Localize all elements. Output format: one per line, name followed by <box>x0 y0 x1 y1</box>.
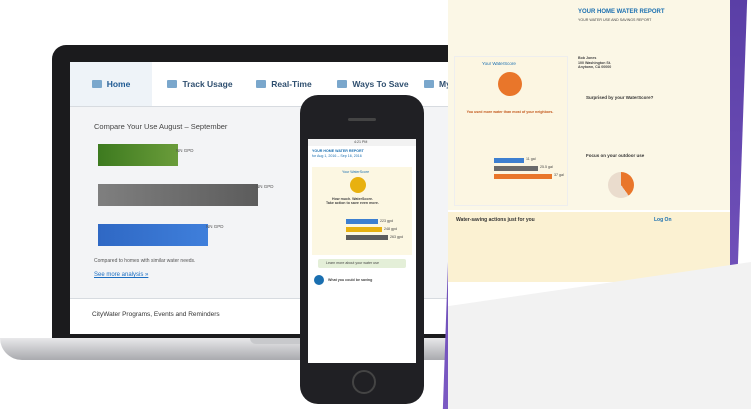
paper-bar-you <box>494 174 552 179</box>
paper-login: Log On <box>654 217 672 223</box>
bar-your-use-value: NN GPD <box>176 148 194 153</box>
paper-report-title: YOUR HOME WATER REPORT <box>578 9 665 15</box>
laptop-screen: Home Track Usage Real-Time Ways To Save … <box>70 62 506 334</box>
paper-row-efficient-value: 11 gal <box>526 157 536 161</box>
bar-efficient-neighbors <box>98 224 208 246</box>
car-icon <box>337 80 348 88</box>
savings-icon <box>314 275 324 285</box>
phone-screen: 4:21 PM YOUR HOME WATER REPORT for Aug 1… <box>308 139 416 363</box>
compare-note: Compared to homes with similar water nee… <box>94 258 196 264</box>
phone-report-title: YOUR HOME WATER REPORT <box>312 149 364 153</box>
bar-average-neighbors-value: NN GPD <box>256 184 274 189</box>
nav-bar: Home Track Usage Real-Time Ways To Save … <box>70 62 506 107</box>
water-drop-icon <box>498 72 522 96</box>
outdoor-pie-icon <box>608 172 634 198</box>
paper-score-title: Your WaterScore <box>482 61 516 66</box>
paper-outdoor: Focus on your outdoor use <box>586 153 645 158</box>
list-icon <box>424 80 434 88</box>
bar-your-use <box>98 144 178 166</box>
chart-icon <box>167 80 178 88</box>
bar-average-neighbors <box>98 184 258 206</box>
programs-section: CityWater Programs, Events and Reminders <box>70 298 506 334</box>
bar-efficient-neighbors-value: NN GPD <box>206 224 224 229</box>
paper-surprised: Surprised by your WaterScore? <box>586 95 654 100</box>
paper-address: Bob Jones 100 Washington St. Anytown, CA… <box>578 56 612 70</box>
paper-row-you-value: 37 gal <box>554 173 564 177</box>
paper-bar-average <box>494 166 538 171</box>
analysis-link[interactable]: See more analysis » <box>94 272 148 278</box>
phone-bar-efficient <box>346 219 378 224</box>
tab-track-usage[interactable]: Track Usage <box>160 62 240 106</box>
phone-learn-more-label: Learn more about your water use <box>326 261 379 265</box>
phone-speaker <box>348 118 376 121</box>
paper-bar-efficient <box>494 158 524 163</box>
phone-score-msg2: Take action to save even more. <box>326 201 379 205</box>
paper-report-sub: YOUR WATER USE AND SAVINGS REPORT <box>578 18 652 22</box>
phone-saving-title: What you could be saving <box>328 278 373 282</box>
phone-report-dates: for Aug 1, 2016 – Sep 16, 2016 <box>312 154 362 158</box>
phone-bar-you-value: 248 gpd <box>384 227 397 231</box>
phone-status-time: 4:21 PM <box>354 140 368 144</box>
home-icon <box>91 80 102 88</box>
compare-title: Compare Your Use August – September <box>94 122 228 131</box>
phone-bar-average <box>346 235 388 240</box>
tab-home[interactable]: Home <box>70 62 152 106</box>
realtime-chart-icon <box>256 80 267 88</box>
phone-bar-you <box>346 227 382 232</box>
water-drop-icon <box>350 177 366 193</box>
paper-actions-title: Water-saving actions just for you <box>456 217 535 223</box>
paper-row-average-value: 25.5 gal <box>540 165 553 169</box>
phone-bar-average-value: 263 gpd <box>390 235 403 239</box>
paper-score-msg: You used more water than most of your ne… <box>466 110 554 114</box>
phone-bar-efficient-value: 223 gpd <box>380 219 393 223</box>
phone-home-button[interactable] <box>352 370 376 394</box>
programs-title: CityWater Programs, Events and Reminders <box>92 311 220 318</box>
phone-score-title: Your WaterScore <box>342 170 370 174</box>
